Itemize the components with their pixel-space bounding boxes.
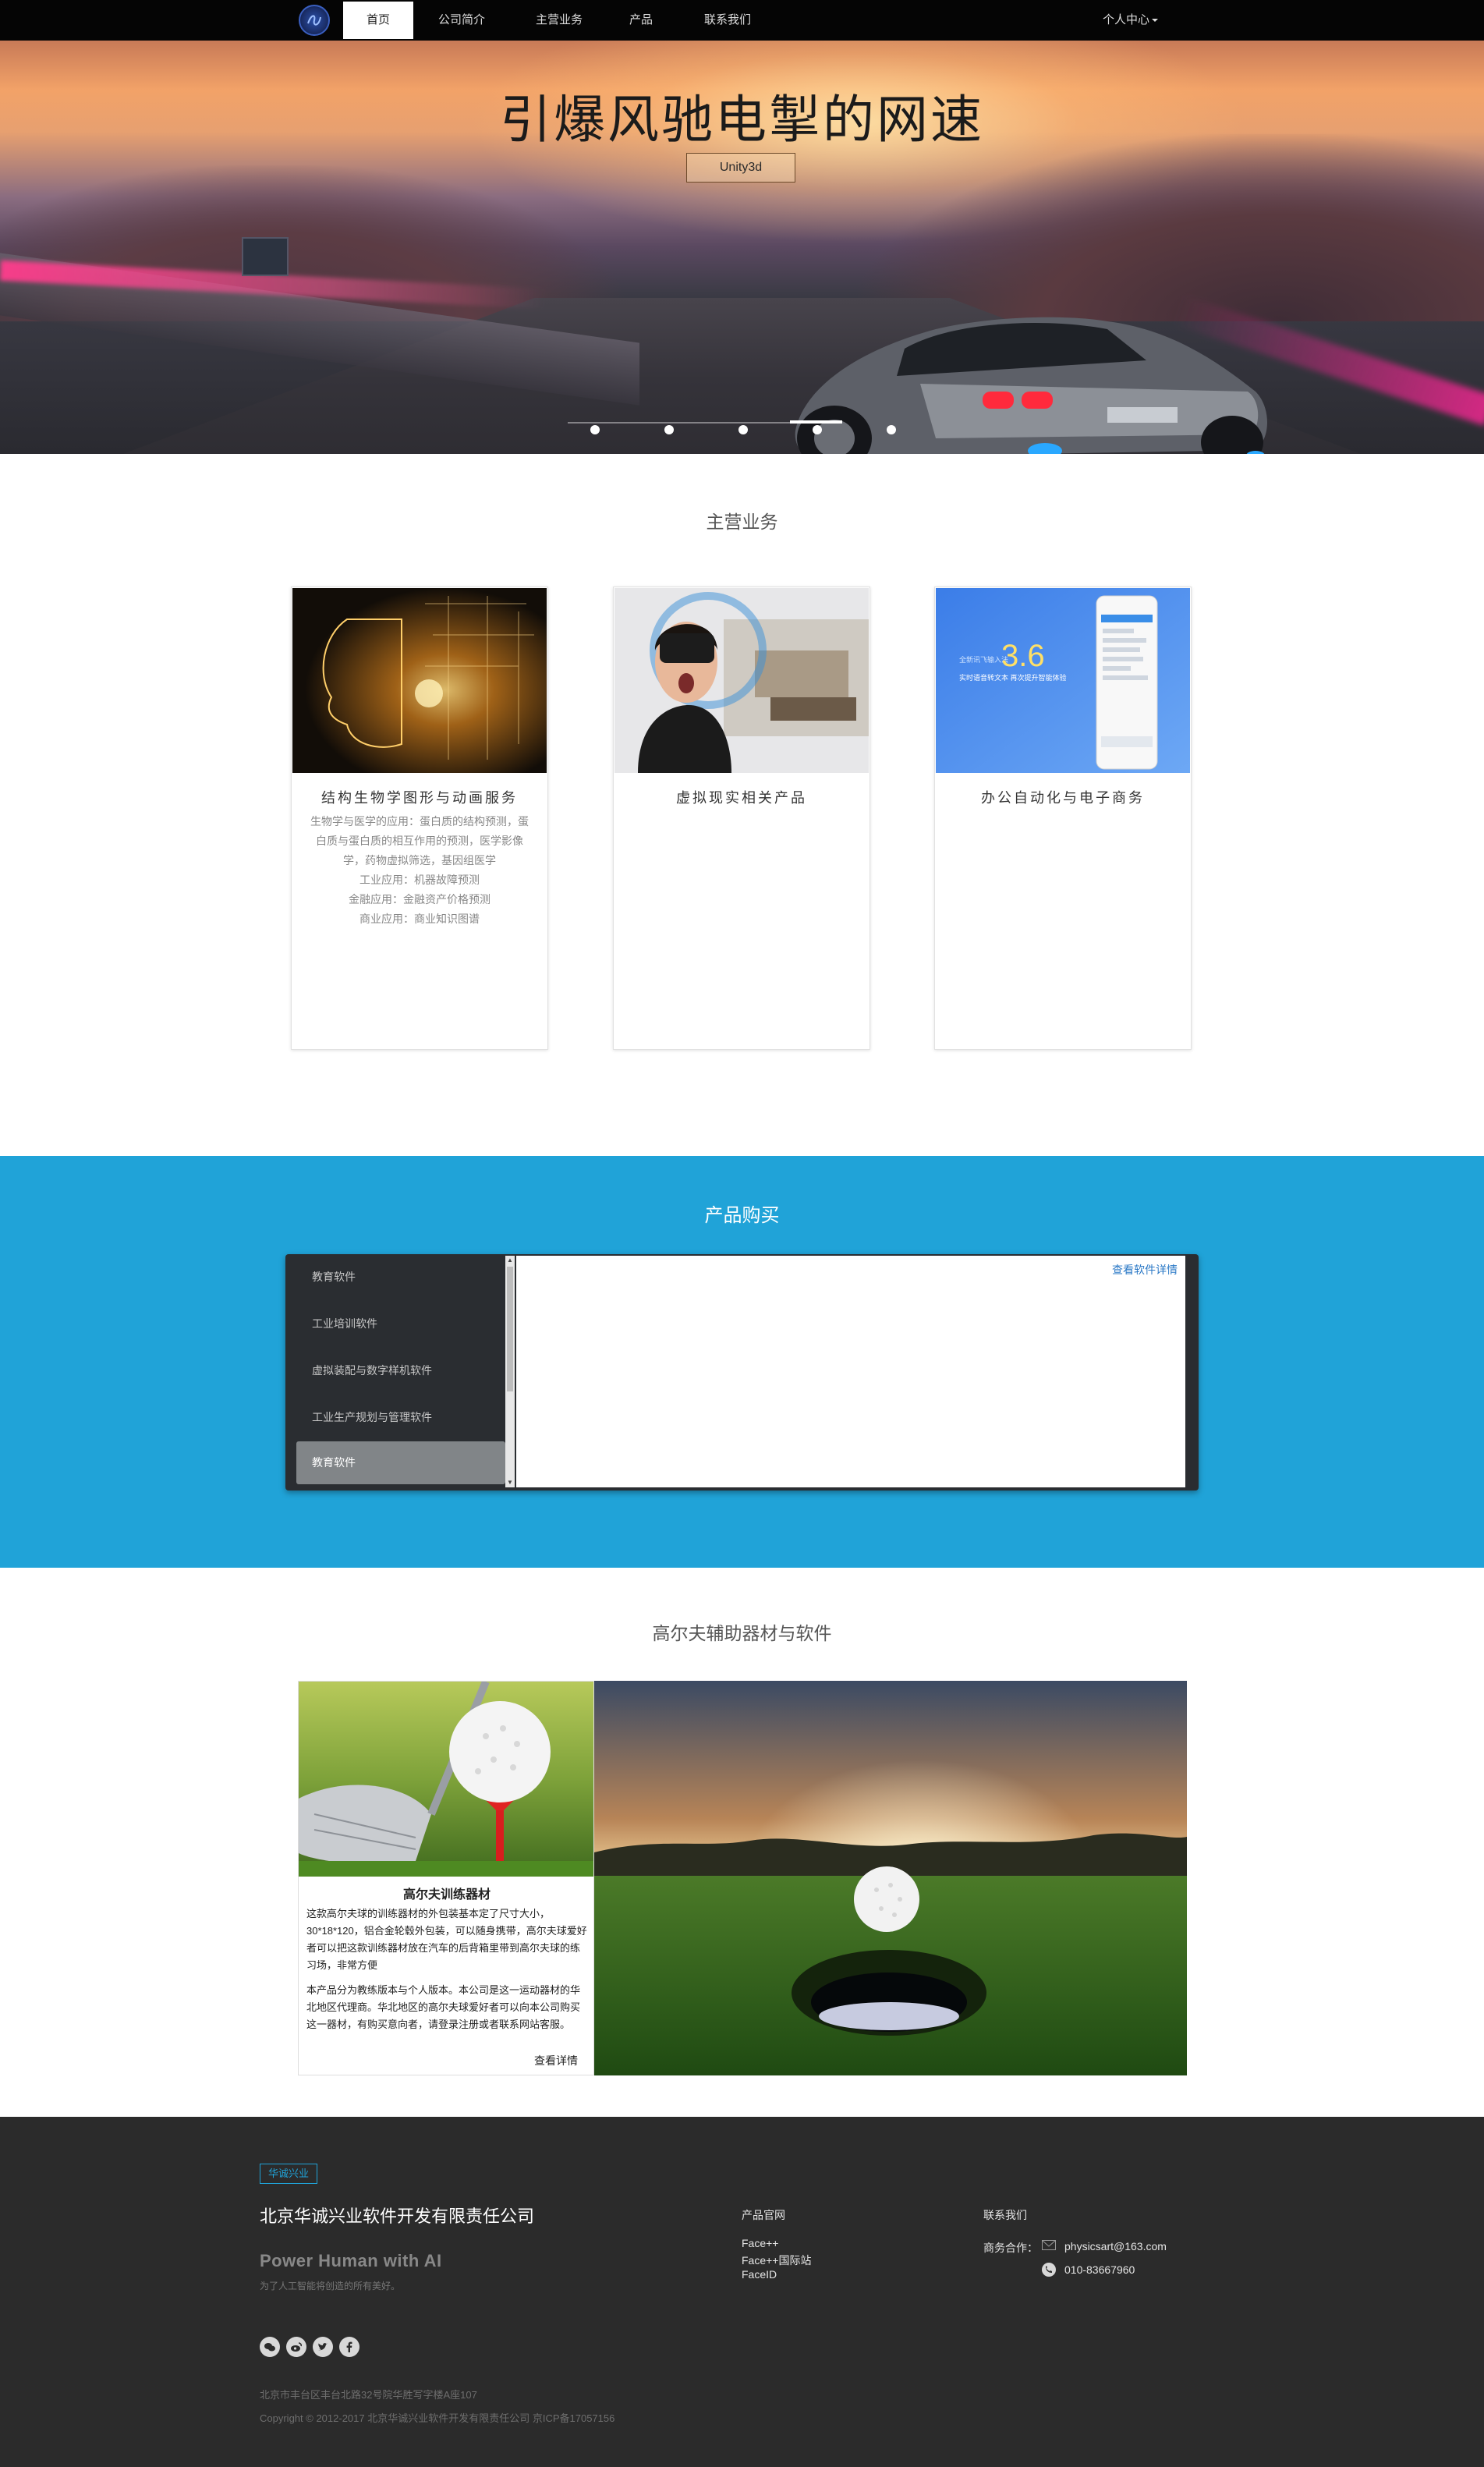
contact-email[interactable]: physicsart@163.com (1064, 2240, 1167, 2253)
footer-copyright: Copyright © 2012-2017 北京华诚兴业软件开发有限责任公司 京… (260, 2412, 615, 2424)
carousel-dot-1[interactable] (590, 425, 600, 434)
menu-item-virtual-assembly[interactable]: 虚拟装配与数字样机软件 (296, 1349, 505, 1392)
footer-address: 北京市丰台区丰台北路32号院华胜写字楼A座107 (260, 2389, 477, 2401)
business-card-bio[interactable]: 结构生物学图形与动画服务 生物学与医学的应用：蛋白质的结构预测，蛋白质与蛋白质的… (291, 587, 548, 1050)
card-line: 生物学与医学的应用：蛋白质的结构预测，蛋白质与蛋白质的相互作用的预测，医学影像学… (310, 815, 529, 867)
card-line: 金融应用：金融资产价格预测 (349, 893, 491, 906)
facebook-icon[interactable] (339, 2337, 359, 2357)
business-section-title: 主营业务 (706, 512, 778, 532)
carousel-dot-5[interactable] (887, 425, 896, 434)
footer-link-faceid[interactable]: FaceID (742, 2268, 777, 2281)
view-software-details-link[interactable]: 查看软件详情 (1112, 1262, 1178, 1278)
vr-headset-image (614, 588, 869, 773)
hero-title: 引爆风驰电掣的网速 (500, 90, 984, 148)
site-footer: 华诚兴业 北京华诚兴业软件开发有限责任公司 Power Human with A… (0, 2117, 1484, 2467)
business-card-vr[interactable]: 虚拟现实相关产品 (613, 587, 870, 1050)
business-card-title: 办公自动化与电子商务 (981, 790, 1145, 806)
phone-icon (1042, 2263, 1056, 2279)
top-navbar: 首页 公司简介 主营业务 产品 联系我们 个人中心 (0, 0, 1484, 41)
scroll-up-icon[interactable]: ▲ (506, 1257, 514, 1264)
ai-head-image (292, 588, 547, 773)
caret-down-icon (1152, 19, 1159, 23)
sports-car-image (795, 317, 1267, 454)
menu-item-education-selected[interactable]: 教育软件 (296, 1441, 505, 1484)
footer-links-title: 产品官网 (742, 2209, 785, 2221)
menu-scrollbar[interactable]: ▲ ▼ (505, 1256, 515, 1487)
business-card-office[interactable]: 全新讯飞输入法 3.6 实时语音转文本 再次提升智能体验 办公自动化与电子商务 (934, 587, 1192, 1050)
version-number: 3.6 (1001, 639, 1045, 673)
card-line: 工业应用：机器故障预测 (359, 874, 480, 886)
business-card-title: 虚拟现实相关产品 (676, 790, 807, 806)
brand-badge: 华诚兴业 (260, 2164, 318, 2184)
software-menu-list: 教育软件 工业培训软件 虚拟装配与数字样机软件 工业生产规划与管理软件 教育软件 (296, 1254, 513, 1488)
business-card-title: 结构生物学图形与动画服务 (321, 790, 518, 806)
golf-card-title: 高尔夫训练器材 (402, 1888, 491, 1902)
golf-description-2: 本产品分为教练版本与个人版本。本公司是这一运动器材的华北地区代理商。华北地区的高… (306, 1984, 581, 2030)
carousel-dot-2[interactable] (664, 425, 674, 434)
scrollbar-thumb[interactable] (507, 1267, 513, 1391)
wechat-icon[interactable] (260, 2337, 280, 2357)
hero-unity3d-button[interactable]: Unity3d (686, 153, 795, 183)
nav-item-contact[interactable]: 联系我们 (692, 0, 763, 39)
hero-road-sign (242, 237, 289, 276)
product-purchase-section: 产品购买 教育软件 工业培训软件 虚拟装配与数字样机软件 工业生产规划与管理软件… (0, 1156, 1484, 1568)
contact-phone: 010-83667960 (1064, 2263, 1135, 2276)
footer-link-facepp-intl[interactable]: Face++国际站 (742, 2253, 811, 2268)
golf-view-details-link[interactable]: 查看详情 (534, 2053, 578, 2068)
weibo-icon[interactable] (286, 2337, 306, 2357)
nav-item-products[interactable]: 产品 (616, 0, 666, 39)
footer-slogan-subtitle: 为了人工智能将创造的所有美好。 (260, 2281, 401, 2292)
footer-company-name: 北京华诚兴业软件开发有限责任公司 (260, 2206, 535, 2226)
purchase-panel: 教育软件 工业培训软件 虚拟装配与数字样机软件 工业生产规划与管理软件 教育软件… (285, 1254, 1199, 1490)
golf-hole-image (594, 1681, 1187, 2075)
nav-item-about[interactable]: 公司简介 (427, 0, 497, 39)
footer-link-facepp[interactable]: Face++ (742, 2237, 778, 2249)
carousel-dot-4[interactable] (813, 425, 822, 434)
footer-contact-title: 联系我们 (983, 2209, 1027, 2221)
user-center-dropdown[interactable]: 个人中心 (1103, 0, 1159, 41)
business-card-description: 生物学与医学的应用：蛋白质的结构预测，蛋白质与蛋白质的相互作用的预测，医学影像学… (307, 812, 532, 929)
nav-item-home[interactable]: 首页 (343, 2, 413, 39)
twitter-icon[interactable] (313, 2337, 333, 2357)
menu-item-industrial-training[interactable]: 工业培训软件 (296, 1303, 505, 1345)
carousel-dot-3[interactable] (738, 425, 748, 434)
golf-club-ball-image (299, 1682, 593, 1877)
company-logo[interactable] (299, 5, 330, 36)
mail-icon (1042, 2240, 1056, 2253)
office-app-image: 全新讯飞输入法 3.6 实时语音转文本 再次提升智能体验 (936, 588, 1190, 773)
business-contact-label: 商务合作： (983, 2242, 1038, 2254)
golf-section-title: 高尔夫辅助器材与软件 (652, 1623, 832, 1643)
user-center-label: 个人中心 (1103, 13, 1150, 27)
golf-product-card: 高尔夫训练器材 这款高尔夫球的训练器材的外包装基本定了尺寸大小，30*18*12… (298, 1681, 594, 2075)
purchase-section-title: 产品购买 (704, 1205, 780, 1226)
menu-item-production-planning[interactable]: 工业生产规划与管理软件 (296, 1396, 505, 1439)
hero-carousel: 引爆风驰电掣的网速 Unity3d (0, 41, 1484, 454)
footer-slogan: Power Human with AI (260, 2251, 442, 2270)
app-screen-caption: 实时语音转文本 再次提升智能体验 (959, 673, 1067, 682)
software-detail-pane: 查看软件详情 (516, 1256, 1185, 1487)
scroll-down-icon[interactable]: ▼ (506, 1479, 514, 1487)
menu-item-education[interactable]: 教育软件 (296, 1256, 505, 1299)
nav-item-business[interactable]: 主营业务 (524, 0, 594, 39)
carousel-progress-fill (790, 420, 842, 424)
card-line: 商业应用：商业知识图谱 (359, 913, 480, 925)
golf-description-1: 这款高尔夫球的训练器材的外包装基本定了尺寸大小，30*18*120，铝合金轮毂外… (306, 1908, 587, 1971)
